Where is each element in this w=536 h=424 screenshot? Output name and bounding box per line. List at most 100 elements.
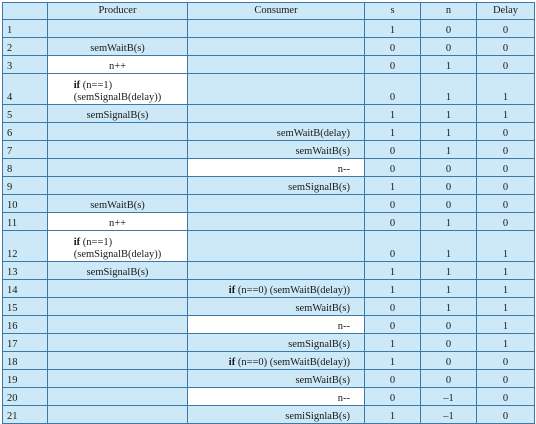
table-row: 21 semiSignlaB(s) 1 –1 0 bbox=[2, 405, 535, 424]
row-number-cell: 13 bbox=[2, 261, 48, 280]
producer-cell: semWaitB(s) bbox=[47, 37, 188, 56]
producer-cell: n++ bbox=[47, 55, 188, 74]
s-value-cell: 1 bbox=[364, 405, 421, 424]
row-number-cell: 15 bbox=[2, 297, 48, 316]
consumer-cell bbox=[187, 37, 365, 56]
row-number-cell: 12 bbox=[2, 230, 48, 262]
delay-value-cell: 0 bbox=[476, 140, 535, 159]
consumer-cell: semSignalB(s) bbox=[187, 333, 365, 352]
header-n: n bbox=[420, 2, 477, 20]
producer-action: (semSignalB(delay)) bbox=[73, 249, 162, 260]
n-value-cell: 1 bbox=[420, 297, 477, 316]
row-number-cell: 20 bbox=[2, 387, 48, 406]
producer-cell bbox=[47, 351, 188, 370]
producer-cell: semSignalB(s) bbox=[47, 104, 188, 123]
s-value-cell: 0 bbox=[364, 158, 421, 177]
row-number-cell: 3 bbox=[2, 55, 48, 74]
producer-code: if (n==1) (semSignalB(delay)) bbox=[74, 237, 161, 261]
table-row: 7 semWaitB(s) 0 1 0 bbox=[2, 140, 535, 159]
delay-value-cell: 0 bbox=[476, 55, 535, 74]
header-delay: Delay bbox=[476, 2, 535, 20]
n-value-cell: 0 bbox=[420, 351, 477, 370]
s-value-cell: 0 bbox=[364, 212, 421, 231]
consumer-cell bbox=[187, 104, 365, 123]
producer-code: if (n==1) (semSignalB(delay)) bbox=[74, 80, 161, 104]
producer-cell bbox=[47, 19, 188, 38]
s-value-cell: 1 bbox=[364, 176, 421, 195]
consumer-cell: semSignalB(s) bbox=[187, 176, 365, 195]
n-value-cell: 1 bbox=[420, 73, 477, 105]
s-value-cell: 0 bbox=[364, 55, 421, 74]
producer-cell bbox=[47, 387, 188, 406]
s-value-cell: 0 bbox=[364, 387, 421, 406]
n-value-cell: 1 bbox=[420, 279, 477, 298]
consumer-cell: if (n==0) (semWaitB(delay)) bbox=[187, 279, 365, 298]
producer-cell: if (n==1) (semSignalB(delay)) bbox=[47, 73, 188, 105]
row-number-cell: 4 bbox=[2, 73, 48, 105]
delay-value-cell: 0 bbox=[476, 369, 535, 388]
delay-value-cell: 1 bbox=[476, 297, 535, 316]
semaphore-trace-table: Producer Consumer s n Delay 1 1 0 0 2 semWait… bbox=[2, 2, 535, 424]
n-value-cell: 0 bbox=[420, 19, 477, 38]
s-value-cell: 0 bbox=[364, 73, 421, 105]
n-value-cell: 1 bbox=[420, 261, 477, 280]
table-row: 5 semSignalB(s) 1 1 1 bbox=[2, 104, 535, 123]
delay-value-cell: 1 bbox=[476, 73, 535, 105]
consumer-cell bbox=[187, 212, 365, 231]
producer-cell bbox=[47, 333, 188, 352]
s-value-cell: 1 bbox=[364, 104, 421, 123]
s-value-cell: 1 bbox=[364, 122, 421, 141]
producer-condition: (n==1) bbox=[80, 237, 113, 248]
n-value-cell: –1 bbox=[420, 387, 477, 406]
delay-value-cell: 0 bbox=[476, 122, 535, 141]
producer-cell: n++ bbox=[47, 212, 188, 231]
delay-value-cell: 1 bbox=[476, 279, 535, 298]
consumer-cell: semWaitB(s) bbox=[187, 369, 365, 388]
consumer-condition: (n==0) (semWaitB(delay)) bbox=[235, 357, 350, 368]
header-consumer: Consumer bbox=[187, 2, 365, 20]
table-row: 4 if (n==1) (semSignalB(delay)) 0 1 1 bbox=[2, 73, 535, 105]
producer-condition: (n==1) bbox=[80, 80, 113, 91]
table-row: 8 n-- 0 0 0 bbox=[2, 158, 535, 177]
row-number-cell: 19 bbox=[2, 369, 48, 388]
table-row: 2 semWaitB(s) 0 0 0 bbox=[2, 37, 535, 56]
table-row: 15 semWaitB(s) 0 1 1 bbox=[2, 297, 535, 316]
consumer-cell: semWaitB(s) bbox=[187, 140, 365, 159]
n-value-cell: 1 bbox=[420, 212, 477, 231]
table-row: 12 if (n==1) (semSignalB(delay)) 0 1 1 bbox=[2, 230, 535, 262]
table-row: 3 n++ 0 1 0 bbox=[2, 55, 535, 74]
consumer-cell bbox=[187, 73, 365, 105]
delay-value-cell: 0 bbox=[476, 387, 535, 406]
row-number-cell: 21 bbox=[2, 405, 48, 424]
table-row: 1100 bbox=[2, 19, 535, 38]
s-value-cell: 1 bbox=[364, 351, 421, 370]
producer-action: (semSignalB(delay)) bbox=[73, 92, 162, 103]
consumer-cell bbox=[187, 194, 365, 213]
table-row: 19 semWaitB(s) 0 0 0 bbox=[2, 369, 535, 388]
header-row: Producer Consumer s n Delay bbox=[2, 2, 535, 20]
n-value-cell: 1 bbox=[420, 104, 477, 123]
row-number-cell: 11 bbox=[2, 212, 48, 231]
consumer-cell: semWaitB(s) bbox=[187, 297, 365, 316]
n-value-cell: 1 bbox=[420, 55, 477, 74]
table-row: 16 n-- 0 0 1 bbox=[2, 315, 535, 334]
row-number-cell: 18 bbox=[2, 351, 48, 370]
delay-value-cell: 0 bbox=[476, 351, 535, 370]
producer-cell: if (n==1) (semSignalB(delay)) bbox=[47, 230, 188, 262]
n-value-cell: 0 bbox=[420, 158, 477, 177]
consumer-cell: semiSignlaB(s) bbox=[187, 405, 365, 424]
n-value-cell: 1 bbox=[420, 122, 477, 141]
row-number-cell: 9 bbox=[2, 176, 48, 195]
producer-cell bbox=[47, 176, 188, 195]
producer-cell: semWaitB(s) bbox=[47, 194, 188, 213]
producer-cell bbox=[47, 158, 188, 177]
table-row: 14 if (n==0) (semWaitB(delay)) 1 1 1 bbox=[2, 279, 535, 298]
delay-value-cell: 1 bbox=[476, 230, 535, 262]
s-value-cell: 1 bbox=[364, 333, 421, 352]
n-value-cell: 0 bbox=[420, 369, 477, 388]
consumer-cell: n-- bbox=[187, 387, 365, 406]
row-number-cell: 14 bbox=[2, 279, 48, 298]
n-value-cell: –1 bbox=[420, 405, 477, 424]
n-value-cell: 0 bbox=[420, 315, 477, 334]
n-value-cell: 0 bbox=[420, 37, 477, 56]
